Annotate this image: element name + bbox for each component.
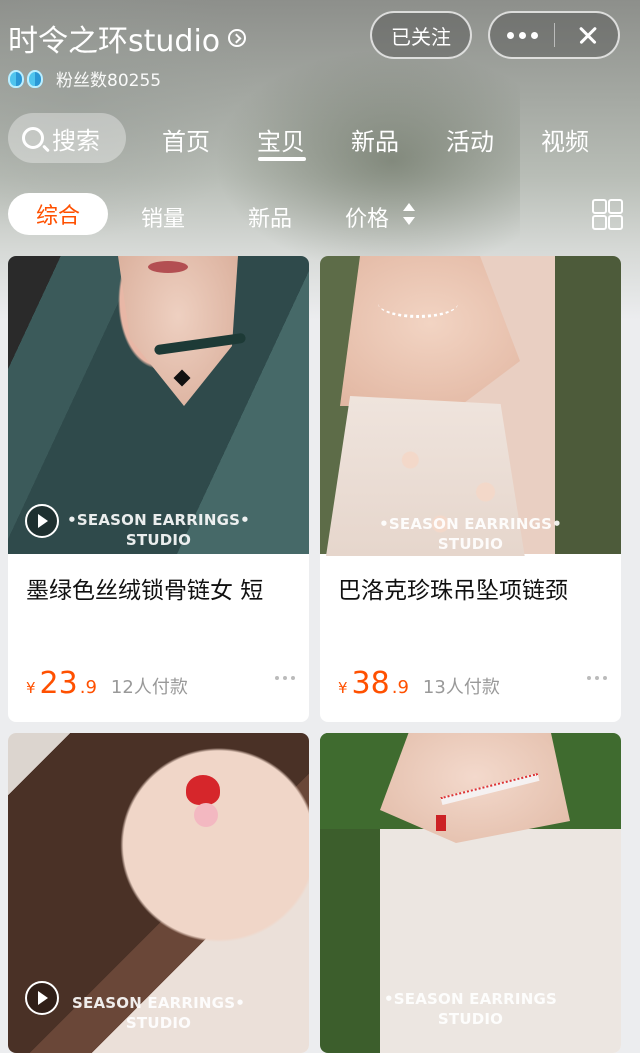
price: ¥ 38 .9 13人付款 (338, 666, 500, 701)
product-image[interactable]: SEASON EARRINGS• STUDIO (8, 733, 309, 1053)
grid-view-icon[interactable] (592, 199, 623, 230)
tab-activity[interactable]: 活动 (446, 122, 494, 157)
search-button[interactable]: 搜索 (8, 113, 126, 163)
tab-video[interactable]: 视频 (541, 122, 589, 157)
watermark-line: STUDIO (437, 1010, 504, 1028)
watermark-line: •SEASON EARRINGS (384, 990, 557, 1008)
product-card[interactable]: •SEASON EARRINGS• STUDIO 墨绿色丝绒锁骨链女 短 ¥ 2… (8, 256, 309, 722)
product-title[interactable]: 墨绿色丝绒锁骨链女 短 (26, 571, 290, 605)
price-decimal: .9 (391, 677, 409, 698)
watermark-line: STUDIO (125, 531, 192, 549)
tab-items[interactable]: 宝贝 (257, 122, 305, 157)
watermark-line: •SEASON EARRINGS• (67, 511, 250, 529)
product-card[interactable]: SEASON EARRINGS• STUDIO (8, 733, 309, 1053)
product-image[interactable]: •SEASON EARRINGS• STUDIO (8, 256, 309, 554)
sort-arrows-icon[interactable] (403, 203, 415, 229)
more-dots-icon[interactable] (490, 13, 554, 57)
shop-name: 时令之环studio (8, 24, 221, 59)
product-title[interactable]: 巴洛克珍珠吊坠项链颈 (338, 571, 602, 605)
diamond-badge-icon (8, 69, 24, 88)
image-watermark: •SEASON EARRINGS• STUDIO (8, 510, 309, 550)
heart-earring (186, 775, 220, 805)
model-lips (148, 261, 188, 273)
image-watermark: •SEASON EARRINGS STUDIO (320, 989, 621, 1029)
product-image[interactable]: •SEASON EARRINGS• STUDIO (320, 256, 621, 556)
watermark-line: STUDIO (125, 1014, 192, 1032)
search-icon (22, 127, 44, 149)
currency-symbol: ¥ (338, 679, 348, 697)
price: ¥ 23 .9 12人付款 (26, 666, 188, 701)
diamond-badge-icon (27, 69, 43, 88)
chevron-right-circle-icon[interactable] (228, 29, 247, 47)
product-card[interactable]: •SEASON EARRINGS STUDIO (320, 733, 621, 1053)
tab-home[interactable]: 首页 (162, 122, 210, 157)
product-card[interactable]: •SEASON EARRINGS• STUDIO 巴洛克珍珠吊坠项链颈 ¥ 38… (320, 256, 621, 722)
currency-symbol: ¥ (26, 679, 36, 697)
price-integer: 38 (351, 666, 390, 701)
mini-program-capsule (488, 11, 620, 59)
watermark-line: •SEASON EARRINGS• (379, 515, 562, 533)
filter-sales[interactable]: 销量 (141, 201, 185, 233)
image-watermark: •SEASON EARRINGS• STUDIO (320, 514, 621, 554)
follow-button[interactable]: 已关注 (370, 11, 472, 59)
model-neck (118, 256, 238, 406)
close-icon[interactable] (555, 13, 618, 57)
shop-title[interactable]: 时令之环studio (8, 16, 247, 60)
search-label: 搜索 (52, 126, 100, 155)
price-decimal: .9 (79, 677, 97, 698)
product-image[interactable]: •SEASON EARRINGS STUDIO (320, 733, 621, 1053)
model-shoulders (340, 256, 520, 406)
tab-new[interactable]: 新品 (351, 122, 399, 157)
watermark-line: SEASON EARRINGS• (72, 994, 245, 1012)
image-watermark: SEASON EARRINGS• STUDIO (8, 993, 309, 1033)
paid-count: 12人付款 (110, 677, 188, 698)
pink-bead (194, 803, 218, 827)
red-tassel (436, 815, 446, 831)
pearl-necklace (378, 289, 458, 318)
fans-row: 粉丝数80255 (8, 66, 161, 91)
filter-comprehensive[interactable]: 综合 (8, 193, 108, 235)
more-options-icon[interactable] (275, 676, 295, 680)
watermark-line: STUDIO (437, 535, 504, 553)
price-integer: 23 (39, 666, 78, 701)
filter-price[interactable]: 价格 (345, 201, 389, 233)
active-tab-indicator (258, 157, 306, 161)
more-options-icon[interactable] (587, 676, 607, 680)
fans-count: 粉丝数80255 (56, 71, 162, 91)
filter-new[interactable]: 新品 (248, 201, 292, 233)
paid-count: 13人付款 (422, 677, 500, 698)
